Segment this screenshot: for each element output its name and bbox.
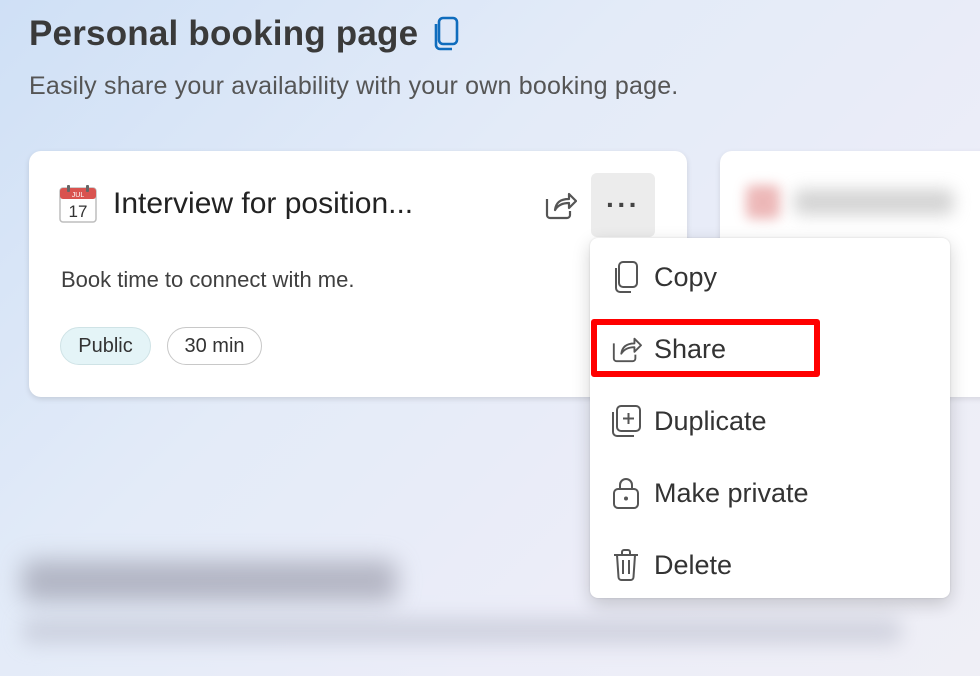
menu-item-delete[interactable]: Delete	[590, 529, 950, 601]
page-title: Personal booking page	[29, 14, 462, 54]
menu-item-label: Duplicate	[654, 405, 767, 436]
copy-icon	[610, 260, 642, 294]
menu-item-label: Delete	[654, 549, 733, 580]
calendar-month: JUL	[72, 192, 85, 199]
card-title[interactable]: Interview for position...	[113, 187, 413, 221]
page-title-text: Personal booking page	[29, 14, 419, 53]
blurred-section-heading	[22, 560, 397, 602]
calendar-day: 17	[69, 202, 88, 221]
booking-card[interactable]: JUL 17 Interview for position... ··· Boo…	[29, 151, 687, 397]
share-icon[interactable]	[542, 187, 578, 223]
duration-badge: 30 min	[167, 327, 262, 365]
context-menu: Copy Share Duplicate Make private Delete	[590, 238, 950, 598]
menu-item-make-private[interactable]: Make private	[590, 457, 950, 529]
blurred-title	[794, 189, 954, 215]
visibility-badge: Public	[60, 327, 151, 365]
menu-item-copy[interactable]: Copy	[590, 241, 950, 313]
lock-icon	[610, 476, 642, 510]
trash-icon	[610, 548, 642, 582]
card-description: Book time to connect with me.	[61, 267, 355, 292]
copy-link-icon[interactable]	[432, 16, 462, 52]
menu-item-label: Make private	[654, 477, 809, 508]
blurred-icon	[746, 185, 780, 219]
blurred-section-description	[22, 618, 902, 644]
duplicate-icon	[610, 404, 642, 438]
menu-item-duplicate[interactable]: Duplicate	[590, 385, 950, 457]
share-highlight-box	[591, 319, 820, 377]
calendar-icon: JUL 17	[59, 185, 97, 223]
page-subtitle: Easily share your availability with your…	[29, 72, 679, 100]
more-options-button[interactable]: ···	[591, 173, 655, 237]
menu-item-label: Copy	[654, 261, 718, 292]
